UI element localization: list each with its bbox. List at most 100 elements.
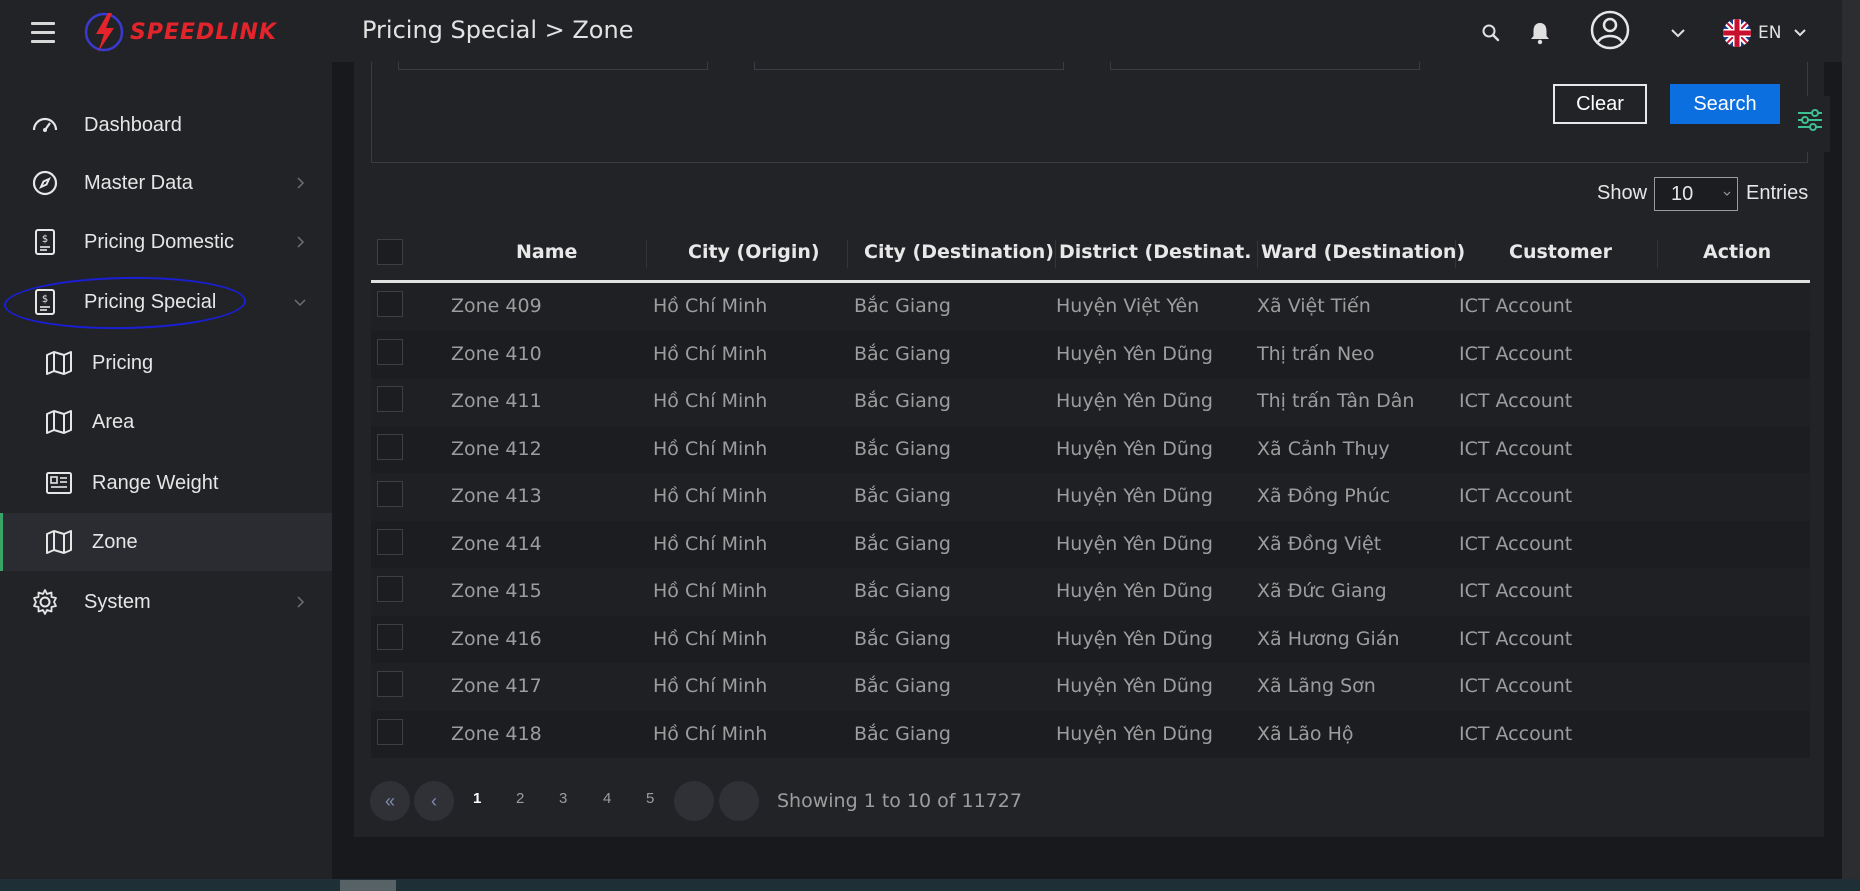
row-checkbox[interactable] [377, 528, 403, 555]
pagination-summary: Showing 1 to 10 of 11727 [777, 790, 1022, 812]
cell-district-destination: Huyện Yên Dũng [1056, 342, 1213, 365]
sidebar-item-pricing[interactable]: Pricing [0, 334, 332, 392]
page-size-value: 10 [1671, 183, 1694, 205]
cell-city-origin: Hồ Chí Minh [653, 342, 768, 365]
cell-city-origin: Hồ Chí Minh [653, 532, 768, 555]
select-all-checkbox[interactable] [377, 239, 403, 265]
cell-customer: ICT Account [1459, 342, 1573, 365]
cell-ward-destination: Xã Đức Giang [1257, 580, 1387, 602]
table-row[interactable]: Zone 411 Hồ Chí Minh Bắc Giang Huyện Yên Dũ… [371, 378, 1810, 426]
row-checkbox[interactable] [377, 623, 403, 650]
cell-customer: ICT Account [1459, 722, 1573, 745]
column-header-city-origin[interactable]: City (Origin) [688, 241, 820, 263]
table-row[interactable]: Zone 417 Hồ Chí Minh Bắc Giang Huyện Yên Dũ… [371, 663, 1810, 711]
cell-name: Zone 415 [451, 580, 542, 602]
top-bar: SPEEDLINK Pricing Special > Zone EN [0, 0, 1860, 62]
column-separator [847, 240, 848, 268]
sidebar-item-master-data[interactable]: Master Data [0, 154, 332, 212]
sidebar-item-zone[interactable]: Zone [0, 513, 332, 571]
horizontal-scrollbar-thumb[interactable] [340, 880, 396, 891]
table-row[interactable]: Zone 409 Hồ Chí Minh Bắc Giang Huyện Việt Y… [371, 283, 1810, 331]
compass-icon [32, 170, 58, 196]
column-header-action: Action [1703, 241, 1772, 263]
cell-district-destination: Huyện Yên Dũng [1056, 532, 1213, 555]
sidebar-item-label: Dashboard [84, 113, 182, 136]
user-menu-chevron-down-icon[interactable] [1670, 28, 1686, 38]
cell-name: Zone 416 [451, 627, 542, 650]
column-header-city-destination[interactable]: City (Destination) [864, 241, 1054, 263]
table-row[interactable]: Zone 410 Hồ Chí Minh Bắc Giang Huyện Yên Dũ… [371, 330, 1810, 378]
cell-city-origin: Hồ Chí Minh [653, 722, 768, 745]
row-checkbox[interactable] [377, 338, 403, 365]
table-row[interactable]: Zone 418 Hồ Chí Minh Bắc Giang Huyện Yên Dũ… [371, 710, 1810, 758]
page-size-select[interactable]: 10 [1654, 177, 1738, 211]
row-checkbox[interactable] [377, 433, 403, 460]
sidebar-item-label: System [84, 590, 151, 613]
cell-customer: ICT Account [1459, 627, 1573, 650]
horizontal-scrollbar-track[interactable] [0, 879, 1860, 891]
brand-logo[interactable]: SPEEDLINK [82, 10, 322, 54]
active-indicator [0, 513, 3, 571]
filter-input[interactable] [398, 62, 708, 70]
filter-input[interactable] [754, 62, 1064, 70]
cell-customer: ICT Account [1459, 485, 1573, 507]
brand-name: SPEEDLINK [130, 20, 277, 45]
user-avatar-icon[interactable] [1590, 10, 1630, 50]
last-page-button[interactable] [719, 781, 759, 821]
cell-city-destination: Bắc Giang [854, 485, 951, 507]
page-number-current[interactable]: 1 [473, 790, 481, 807]
show-label: Show [1597, 182, 1648, 204]
row-checkbox[interactable] [377, 481, 403, 507]
clear-button[interactable]: Clear [1553, 84, 1647, 124]
sidebar-item-range-weight[interactable]: Range Weight [0, 454, 332, 512]
column-header-district-destination[interactable]: District (Destinat... [1059, 241, 1251, 263]
prev-page-button[interactable]: ‹ [414, 781, 454, 821]
table-row[interactable]: Zone 413 Hồ Chí Minh Bắc Giang Huyện Yên Dũ… [371, 473, 1810, 521]
sidebar-item-area[interactable]: Area [0, 393, 332, 451]
page-number[interactable]: 5 [646, 790, 654, 807]
cell-district-destination: Huyện Yên Dũng [1056, 722, 1213, 745]
row-checkbox[interactable] [377, 386, 403, 412]
vertical-scrollbar-track[interactable] [1842, 0, 1860, 891]
cell-ward-destination: Xã Cảnh Thụy [1257, 437, 1390, 460]
column-separator [646, 240, 647, 268]
invoice-icon: $ [35, 229, 55, 255]
language-chevron-down-icon [1794, 29, 1807, 37]
cell-ward-destination: Xã Lãng Sơn [1257, 675, 1376, 697]
cell-district-destination: Huyện Việt Yên [1056, 295, 1200, 317]
first-page-button[interactable]: « [370, 781, 410, 821]
sidebar-item-label: Area [92, 410, 135, 433]
cell-city-destination: Bắc Giang [854, 580, 951, 602]
language-selector[interactable]: EN [1722, 18, 1807, 48]
hamburger-menu-icon[interactable] [31, 22, 55, 44]
page-number[interactable]: 3 [559, 790, 567, 807]
filter-input[interactable] [1110, 62, 1420, 70]
cell-name: Zone 412 [451, 437, 542, 460]
sidebar-item-label: Pricing Domestic [84, 230, 235, 253]
sidebar-item-pricing-domestic[interactable]: $ Pricing Domestic [0, 213, 332, 271]
notification-bell-icon[interactable] [1529, 21, 1551, 45]
table-row[interactable]: Zone 416 Hồ Chí Minh Bắc Giang Huyện Yên Dũ… [371, 615, 1810, 663]
newspaper-icon [46, 472, 72, 494]
sidebar-item-dashboard[interactable]: Dashboard [0, 96, 332, 154]
cell-ward-destination: Xã Đồng Việt [1257, 532, 1382, 555]
row-checkbox[interactable] [377, 576, 403, 602]
cell-city-origin: Hồ Chí Minh [653, 627, 768, 650]
sidebar-item-system[interactable]: System [0, 573, 332, 631]
settings-toggle[interactable] [1790, 96, 1830, 152]
table-row[interactable]: Zone 414 Hồ Chí Minh Bắc Giang Huyện Yên Dũ… [371, 520, 1810, 568]
column-header-ward-destination[interactable]: Ward (Destination) [1261, 241, 1465, 263]
column-header-customer[interactable]: Customer [1509, 241, 1612, 263]
table-row[interactable]: Zone 412 Hồ Chí Minh Bắc Giang Huyện Yên Dũ… [371, 425, 1810, 473]
table-row[interactable]: Zone 415 Hồ Chí Minh Bắc Giang Huyện Yên Dũ… [371, 568, 1810, 616]
cell-name: Zone 417 [451, 675, 542, 697]
search-button[interactable]: Search [1670, 84, 1780, 124]
row-checkbox[interactable] [377, 671, 403, 697]
column-header-name[interactable]: Name [516, 241, 577, 263]
row-checkbox[interactable] [377, 291, 403, 317]
search-icon[interactable] [1481, 23, 1501, 43]
page-number[interactable]: 4 [603, 790, 611, 807]
row-checkbox[interactable] [377, 718, 403, 745]
next-page-button[interactable] [674, 781, 714, 821]
page-number[interactable]: 2 [516, 790, 524, 807]
